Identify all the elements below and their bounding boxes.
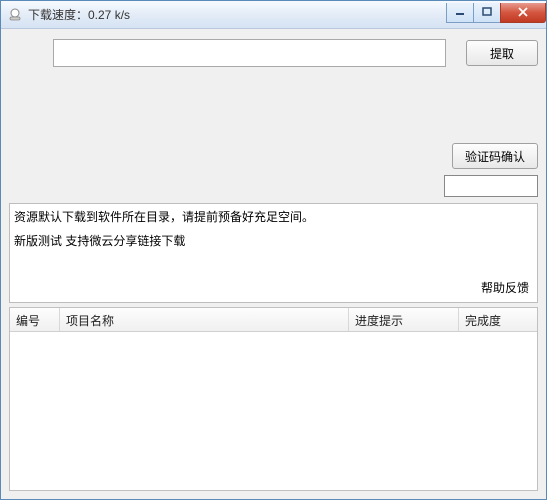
close-button[interactable]: [500, 3, 546, 23]
col-completion[interactable]: 完成度: [459, 308, 537, 331]
info-line-2: 新版测试 支持微云分享链接下载: [14, 231, 533, 251]
verify-row: 验证码确认: [9, 143, 538, 169]
maximize-icon: [482, 7, 492, 17]
spacer: [9, 73, 538, 143]
col-index[interactable]: 编号: [10, 308, 60, 331]
window-title: 下载速度：0.27 k/s: [28, 6, 447, 23]
top-row: 提取: [9, 39, 538, 67]
extract-button[interactable]: 提取: [466, 40, 538, 66]
minimize-icon: [455, 7, 465, 17]
url-input[interactable]: [53, 39, 446, 67]
verify-code-button[interactable]: 验证码确认: [452, 143, 538, 169]
table-body: [10, 332, 537, 490]
window-buttons: [447, 3, 546, 23]
download-table: 编号 项目名称 进度提示 完成度: [9, 307, 538, 491]
help-feedback-link[interactable]: 帮助反馈: [481, 278, 529, 298]
col-progress[interactable]: 进度提示: [349, 308, 459, 331]
code-row: [9, 175, 538, 197]
captcha-input[interactable]: [444, 175, 538, 197]
client-area: 提取 验证码确认 资源默认下载到软件所在目录，请提前预备好充足空间。 新版测试 …: [1, 29, 546, 499]
info-panel: 资源默认下载到软件所在目录，请提前预备好充足空间。 新版测试 支持微云分享链接下…: [9, 203, 538, 303]
minimize-button[interactable]: [446, 3, 474, 23]
maximize-button[interactable]: [473, 3, 501, 23]
app-window: 下载速度：0.27 k/s 提取 验证码确认: [0, 0, 547, 500]
info-line-1: 资源默认下载到软件所在目录，请提前预备好充足空间。: [14, 207, 533, 227]
table-header: 编号 项目名称 进度提示 完成度: [10, 308, 537, 332]
titlebar: 下载速度：0.27 k/s: [1, 1, 546, 29]
close-icon: [517, 7, 529, 17]
col-name[interactable]: 项目名称: [60, 308, 349, 331]
app-icon: [7, 7, 23, 23]
